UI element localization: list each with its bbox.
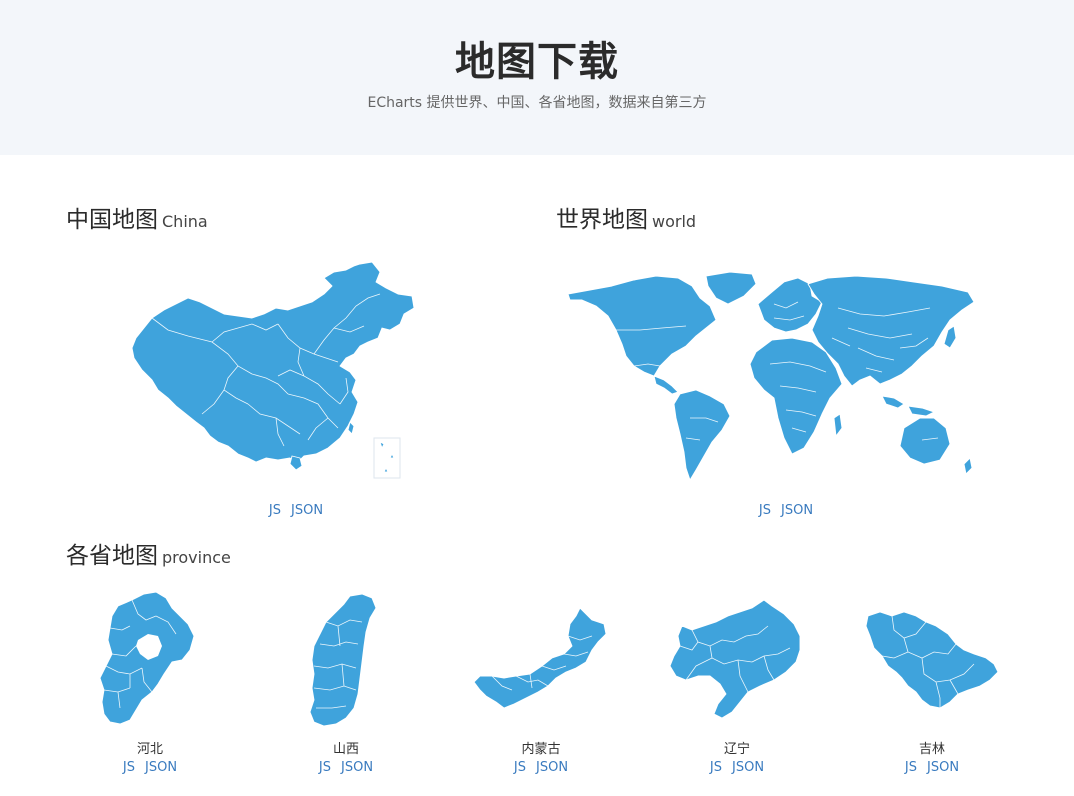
hebei-json-link[interactable]: JSON bbox=[145, 760, 177, 775]
neimenggu-js-link[interactable]: JS bbox=[514, 760, 526, 775]
world-title-en: world bbox=[652, 212, 697, 231]
world-section-title: 世界地图 world bbox=[556, 205, 696, 237]
china-js-link[interactable]: JS bbox=[269, 503, 281, 518]
jilin-js-link[interactable]: JS bbox=[905, 760, 917, 775]
jilin-json-link[interactable]: JSON bbox=[927, 760, 959, 775]
page-header: 地图下载 ECharts 提供世界、中国、各省地图，数据来自第三方 bbox=[0, 0, 1074, 155]
liaoning-json-link[interactable]: JSON bbox=[732, 760, 764, 775]
world-json-link[interactable]: JSON bbox=[781, 503, 813, 518]
neimenggu-json-link[interactable]: JSON bbox=[536, 760, 568, 775]
china-title: 中国地图 bbox=[66, 207, 158, 233]
province-label-neimenggu: 内蒙古 bbox=[521, 742, 561, 757]
page-subtitle: ECharts 提供世界、中国、各省地图，数据来自第三方 bbox=[367, 95, 707, 111]
world-js-link[interactable]: JS bbox=[759, 503, 771, 518]
province-map-neimenggu[interactable] bbox=[472, 606, 610, 710]
china-links: JS JSON bbox=[236, 502, 356, 520]
shanxi-json-link[interactable]: JSON bbox=[341, 760, 373, 775]
world-title: 世界地图 bbox=[556, 207, 648, 233]
world-map-image[interactable] bbox=[560, 268, 980, 486]
province-map-jilin[interactable] bbox=[864, 608, 1000, 712]
province-label-liaoning: 辽宁 bbox=[723, 742, 750, 757]
liaoning-js-link[interactable]: JS bbox=[710, 760, 722, 775]
china-title-en: China bbox=[162, 212, 208, 231]
province-map-hebei[interactable] bbox=[96, 590, 200, 728]
province-label-hebei: 河北 bbox=[136, 742, 163, 757]
page-title: 地图下载 bbox=[455, 39, 619, 85]
shanxi-js-link[interactable]: JS bbox=[319, 760, 331, 775]
province-links-neimenggu: JS JSON bbox=[481, 759, 601, 777]
hebei-js-link[interactable]: JS bbox=[123, 760, 135, 775]
province-map-shanxi[interactable] bbox=[306, 592, 382, 728]
china-json-link[interactable]: JSON bbox=[291, 503, 323, 518]
province-links-hebei: JS JSON bbox=[90, 759, 210, 777]
province-label-jilin: 吉林 bbox=[918, 742, 945, 757]
world-links: JS JSON bbox=[726, 502, 846, 520]
province-section-title: 各省地图 province bbox=[66, 541, 231, 573]
province-links-jilin: JS JSON bbox=[872, 759, 992, 777]
province-title-en: province bbox=[162, 548, 231, 567]
china-section-title: 中国地图 China bbox=[66, 205, 208, 237]
province-links-shanxi: JS JSON bbox=[286, 759, 406, 777]
province-links-liaoning: JS JSON bbox=[677, 759, 797, 777]
province-map-liaoning[interactable] bbox=[668, 596, 804, 722]
province-label-shanxi: 山西 bbox=[332, 742, 359, 757]
province-title: 各省地图 bbox=[66, 543, 158, 569]
china-map-image[interactable] bbox=[128, 258, 418, 486]
